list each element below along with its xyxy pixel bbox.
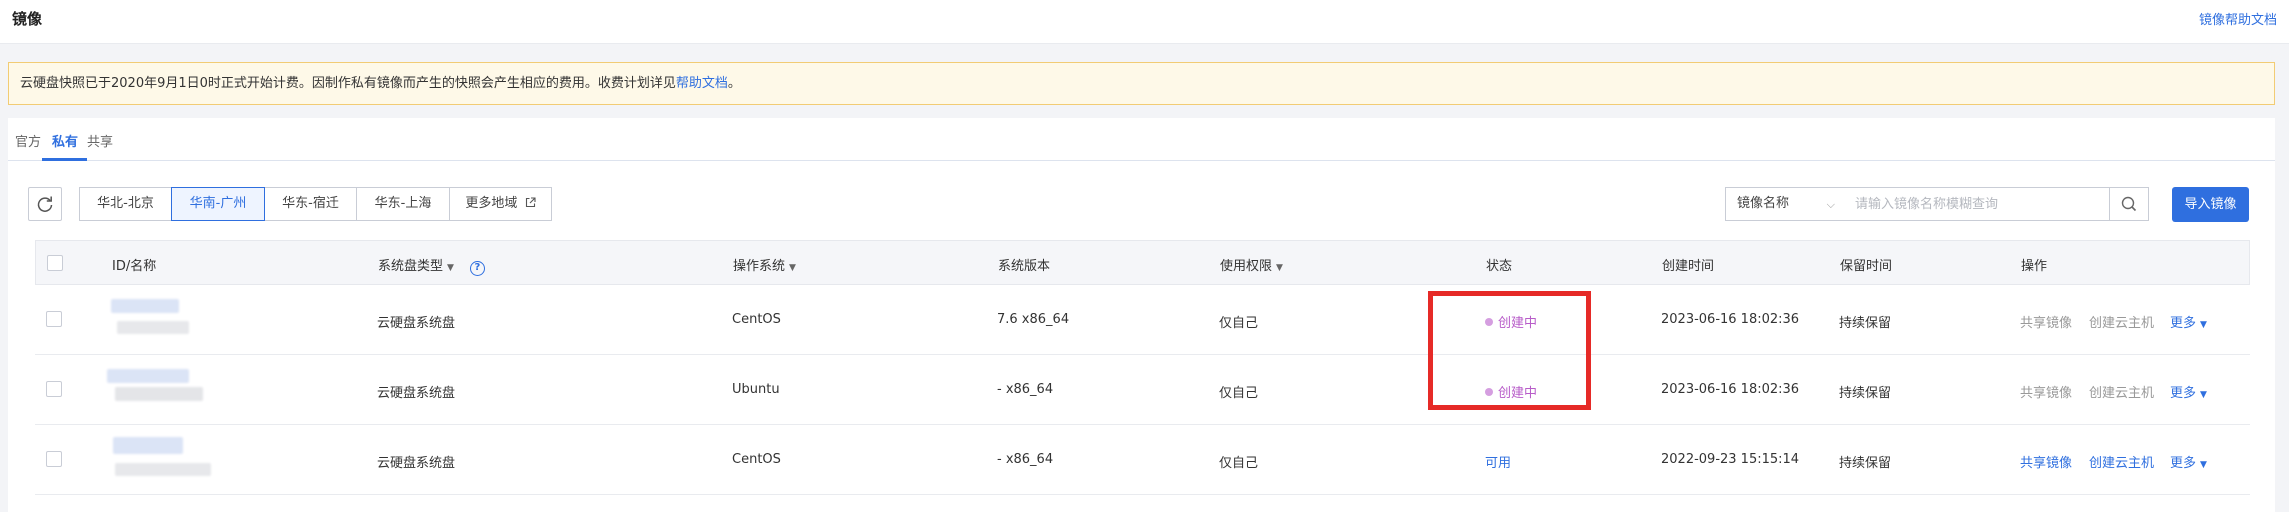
col-actions: 操作 xyxy=(2021,259,2048,274)
os-version: - x86_64 xyxy=(997,382,1054,397)
disk-type: 云硬盘系统盘 xyxy=(377,456,456,471)
retention: 持续保留 xyxy=(1839,386,1892,401)
created-time: 2023-06-16 18:02:36 xyxy=(1661,382,1800,397)
search-input[interactable] xyxy=(1845,187,2110,221)
table-row: 云硬盘系统盘 CentOS 7.6 x86_64 仅自己 创建中 2023-06… xyxy=(35,285,2250,355)
redacted-image-name xyxy=(117,321,189,334)
filter-caret-icon: ▼ xyxy=(1276,263,1283,273)
tab-private[interactable]: 私有 xyxy=(52,131,78,150)
col-status: 状态 xyxy=(1486,259,1513,274)
col-os-label: 操作系统 xyxy=(733,259,786,274)
region-huadong-suqian[interactable]: 华东-宿迁 xyxy=(264,187,357,221)
notice-suffix: 。 xyxy=(727,76,741,91)
col-created: 创建时间 xyxy=(1662,259,1715,274)
top-bar: 镜像 镜像帮助文档 xyxy=(0,0,2289,44)
retention: 持续保留 xyxy=(1839,316,1892,331)
redacted-image-id xyxy=(107,369,189,383)
more-label: 更多 xyxy=(2170,386,2197,401)
permission: 仅自己 xyxy=(1219,316,1259,331)
row-checkbox[interactable] xyxy=(46,451,62,467)
create-host-action[interactable]: 创建云主机 xyxy=(2089,382,2154,401)
col-disk-type[interactable]: 系统盘类型 ▼? xyxy=(378,255,485,276)
os: Ubuntu xyxy=(732,382,780,397)
redacted-image-id xyxy=(111,299,179,313)
table-row: 云硬盘系统盘 Ubuntu - x86_64 仅自己 创建中 2023-06-1… xyxy=(35,355,2250,425)
chevron-down-icon: ▼ xyxy=(2200,320,2207,330)
row-checkbox[interactable] xyxy=(46,311,62,327)
sort-caret-icon: ▼ xyxy=(447,263,454,273)
col-permission-label: 使用权限 xyxy=(1220,259,1273,274)
highlight-annotation-box xyxy=(1428,291,1591,410)
share-image-action[interactable]: 共享镜像 xyxy=(2020,452,2072,471)
redacted-image-name xyxy=(115,463,211,476)
share-image-action[interactable]: 共享镜像 xyxy=(2020,312,2072,331)
create-host-action[interactable]: 创建云主机 xyxy=(2089,312,2154,331)
col-id-name: ID/名称 xyxy=(112,259,157,274)
col-retention: 保留时间 xyxy=(1840,259,1893,274)
notice-help-link[interactable]: 帮助文档 xyxy=(676,76,728,91)
os: CentOS xyxy=(732,312,781,327)
more-actions[interactable]: 更多 ▼ xyxy=(2170,382,2207,401)
region-more-label: 更多地域 xyxy=(465,196,518,211)
disk-type: 云硬盘系统盘 xyxy=(377,316,456,331)
refresh-icon xyxy=(37,196,53,212)
select-all-checkbox[interactable] xyxy=(47,255,63,271)
permission: 仅自己 xyxy=(1219,386,1259,401)
table-row: 云硬盘系统盘 CentOS - x86_64 仅自己 可用 2022-09-23… xyxy=(35,425,2250,495)
import-image-button[interactable]: 导入镜像 xyxy=(2172,187,2249,222)
redacted-image-id xyxy=(113,437,183,454)
region-huadong-shanghai[interactable]: 华东-上海 xyxy=(356,187,450,221)
col-disk-type-label: 系统盘类型 xyxy=(378,259,444,274)
chevron-down-icon: ▼ xyxy=(2200,390,2207,400)
billing-notice: 云硬盘快照已于2020年9月1日0时正式开始计费。因制作私有镜像而产生的快照会产… xyxy=(8,62,2275,105)
retention: 持续保留 xyxy=(1839,456,1892,471)
more-actions[interactable]: 更多 ▼ xyxy=(2170,312,2207,331)
external-link-icon xyxy=(522,197,536,210)
search-button[interactable] xyxy=(2109,187,2149,221)
more-label: 更多 xyxy=(2170,456,2197,471)
os-version: - x86_64 xyxy=(997,452,1054,467)
col-os[interactable]: 操作系统 ▼ xyxy=(733,255,796,274)
col-permission[interactable]: 使用权限 ▼ xyxy=(1220,255,1283,274)
created-time: 2022-09-23 15:15:14 xyxy=(1661,452,1800,467)
col-os-version: 系统版本 xyxy=(998,259,1051,274)
row-checkbox[interactable] xyxy=(46,381,62,397)
disk-type: 云硬盘系统盘 xyxy=(377,386,456,401)
status-badge: 可用 xyxy=(1485,456,1512,471)
os: CentOS xyxy=(732,452,781,467)
page-title: 镜像 xyxy=(12,10,43,28)
help-doc-link[interactable]: 镜像帮助文档 xyxy=(2199,9,2277,28)
filter-caret-icon: ▼ xyxy=(789,263,796,273)
search-field-label: 镜像名称 xyxy=(1737,196,1790,211)
tabs-bar: 官方 私有 共享 xyxy=(8,118,2275,161)
chevron-down-icon: ⌵ xyxy=(1826,198,1835,211)
created-time: 2023-06-16 18:02:36 xyxy=(1661,312,1800,327)
search-field-select[interactable]: 镜像名称 ⌵ xyxy=(1725,187,1846,221)
region-more[interactable]: 更多地域 xyxy=(449,187,552,221)
share-image-action[interactable]: 共享镜像 xyxy=(2020,382,2072,401)
create-host-action[interactable]: 创建云主机 xyxy=(2089,452,2154,471)
region-huanan-guangzhou[interactable]: 华南-广州 xyxy=(171,187,265,221)
permission: 仅自己 xyxy=(1219,456,1259,471)
refresh-button[interactable] xyxy=(28,187,62,221)
notice-text: 云硬盘快照已于2020年9月1日0时正式开始计费。因制作私有镜像而产生的快照会产… xyxy=(20,76,676,91)
redacted-image-name xyxy=(115,387,203,401)
help-icon[interactable]: ? xyxy=(469,261,485,276)
region-huabei-beijing[interactable]: 华北-北京 xyxy=(79,187,172,221)
os-version: 7.6 x86_64 xyxy=(997,312,1070,327)
table-header: ID/名称 系统盘类型 ▼? 操作系统 ▼ 系统版本 使用权限 ▼ 状态 创建时间 保… xyxy=(35,240,2250,285)
chevron-down-icon: ▼ xyxy=(2200,460,2207,470)
tab-official[interactable]: 官方 xyxy=(15,131,41,150)
search-icon xyxy=(2121,196,2137,212)
more-actions[interactable]: 更多 ▼ xyxy=(2170,452,2207,471)
tab-shared[interactable]: 共享 xyxy=(87,131,113,150)
more-label: 更多 xyxy=(2170,316,2197,331)
